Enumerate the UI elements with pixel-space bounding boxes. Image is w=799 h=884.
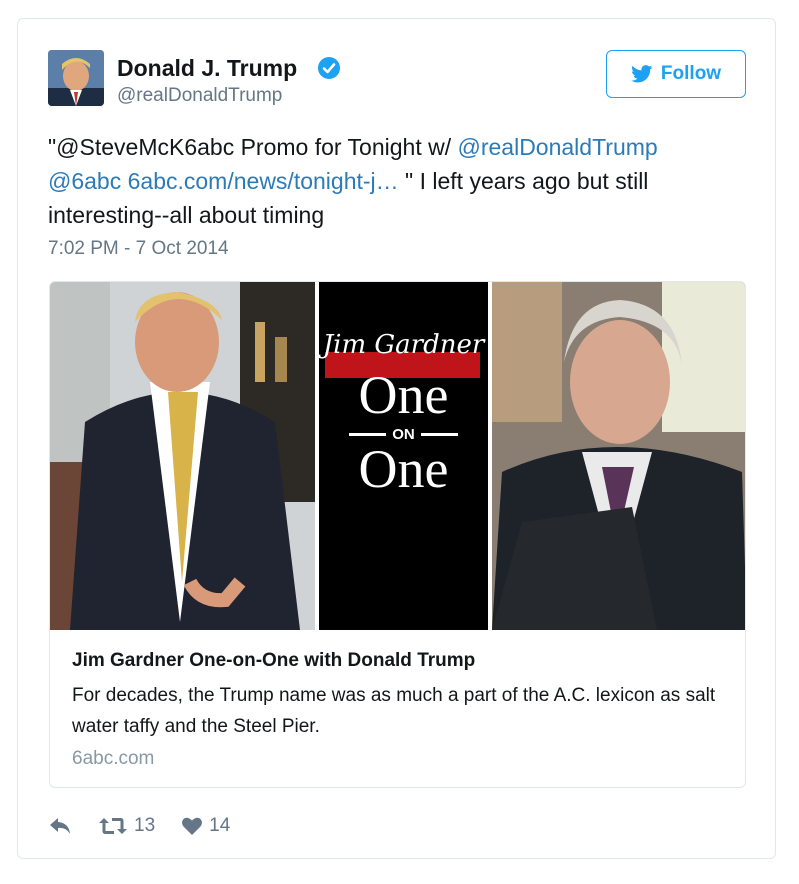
link-preview-card[interactable]: Jim Gardner One ON One Jim Gardner One-o… (49, 281, 746, 788)
logo-bottom: One (358, 439, 449, 499)
tweet-text-part: "@SteveMcK6abc Promo for Tonight w/ (48, 134, 458, 160)
retweet-count: 13 (134, 815, 156, 836)
tweet-text: "@SteveMcK6abc Promo for Tonight w/ @rea… (48, 130, 738, 232)
verified-icon (318, 57, 340, 79)
reply-icon (50, 818, 70, 834)
twitter-bird-icon (631, 65, 653, 83)
author-handle[interactable]: @realDonaldTrump (117, 85, 282, 107)
link-card-description: For decades, the Trump name was as much … (72, 685, 716, 737)
retweet-icon (99, 818, 127, 834)
link-card-body: Jim Gardner One-on-One with Donald Trump… (72, 648, 722, 770)
link-card-title[interactable]: Jim Gardner One-on-One with Donald Trump (72, 648, 722, 674)
mention-link[interactable]: @realDonaldTrump (458, 134, 658, 160)
mention-link[interactable]: @6abc (48, 168, 121, 194)
heart-icon (182, 817, 203, 835)
follow-button[interactable]: Follow (606, 50, 746, 98)
link-card-domain: 6abc.com (72, 748, 155, 769)
show-logo: Jim Gardner One ON One (319, 282, 488, 630)
avatar[interactable] (48, 50, 104, 106)
logo-script: Jim Gardner (322, 330, 485, 360)
retweet-button[interactable]: 13 (98, 815, 155, 837)
author-name[interactable]: Donald J. Trump (117, 55, 297, 82)
like-button[interactable]: 14 (181, 815, 230, 837)
like-count: 14 (209, 815, 231, 836)
follow-label: Follow (660, 63, 722, 84)
link-preview-image: Jim Gardner One ON One (50, 282, 745, 630)
photo-right (492, 282, 745, 630)
logo-top: One (358, 365, 449, 425)
photo-left (50, 282, 315, 630)
reply-button[interactable] (48, 816, 72, 836)
url-link[interactable]: 6abc.com/news/tonight-j… (128, 168, 399, 194)
timestamp[interactable]: 7:02 PM - 7 Oct 2014 (48, 238, 229, 260)
tweet-actions: 13 14 (48, 811, 256, 841)
tweet-card: Donald J. Trump @realDonaldTrump Follow … (17, 18, 776, 859)
